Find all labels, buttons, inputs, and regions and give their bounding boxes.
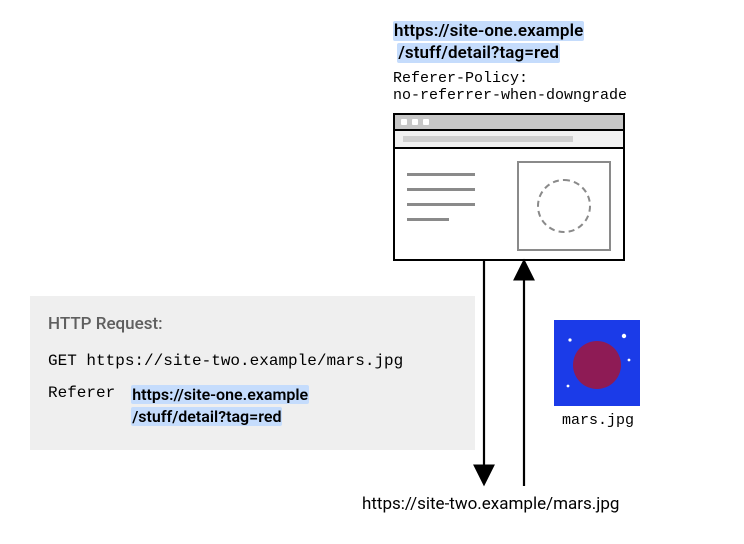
arrows-overlay [0, 0, 744, 544]
http-get-line: GET https://site-two.example/mars.jpg [48, 352, 457, 370]
diagram-stage: https://site-one.example /stuff/detail?t… [0, 0, 744, 544]
placeholder-text-lines [407, 173, 475, 221]
mars-image [554, 320, 640, 406]
window-control-icon [423, 119, 429, 125]
origin-url-line2: /stuff/detail?tag=red [397, 43, 560, 63]
referer-label: Referer [48, 384, 115, 402]
referer-value-line2: /stuff/detail?tag=red [131, 407, 282, 426]
placeholder-line-icon [407, 218, 449, 221]
mars-image-label: mars.jpg [540, 412, 656, 429]
referer-value-line1: https://site-one.example [131, 385, 309, 404]
browser-addressbar [393, 129, 625, 149]
policy-value: no-referrer-when-downgrade [393, 87, 627, 104]
browser-body [393, 149, 625, 261]
origin-page-url: https://site-one.example /stuff/detail?t… [393, 20, 584, 64]
image-placeholder-circle-icon [537, 179, 591, 233]
placeholder-line-icon [407, 203, 475, 206]
placeholder-line-icon [407, 173, 475, 176]
http-request-title: HTTP Request: [48, 314, 457, 334]
mars-image-icon [554, 320, 640, 406]
window-control-icon [412, 119, 418, 125]
addressbar-slot-icon [403, 136, 573, 142]
referer-policy-text: Referer-Policy: no-referrer-when-downgra… [393, 70, 627, 104]
http-referer-line: Referer https://site-one.example /stuff/… [48, 384, 457, 428]
image-placeholder-frame [517, 161, 611, 251]
resource-url: https://site-two.example/mars.jpg [362, 494, 619, 514]
http-request-box: HTTP Request: GET https://site-two.examp… [30, 296, 475, 450]
policy-header: Referer-Policy: [393, 70, 528, 87]
origin-url-line1: https://site-one.example [393, 21, 584, 41]
placeholder-line-icon [407, 188, 475, 191]
browser-titlebar [393, 113, 625, 129]
referer-value: https://site-one.example /stuff/detail?t… [131, 384, 309, 428]
window-control-icon [401, 119, 407, 125]
browser-window-illustration [393, 113, 625, 261]
